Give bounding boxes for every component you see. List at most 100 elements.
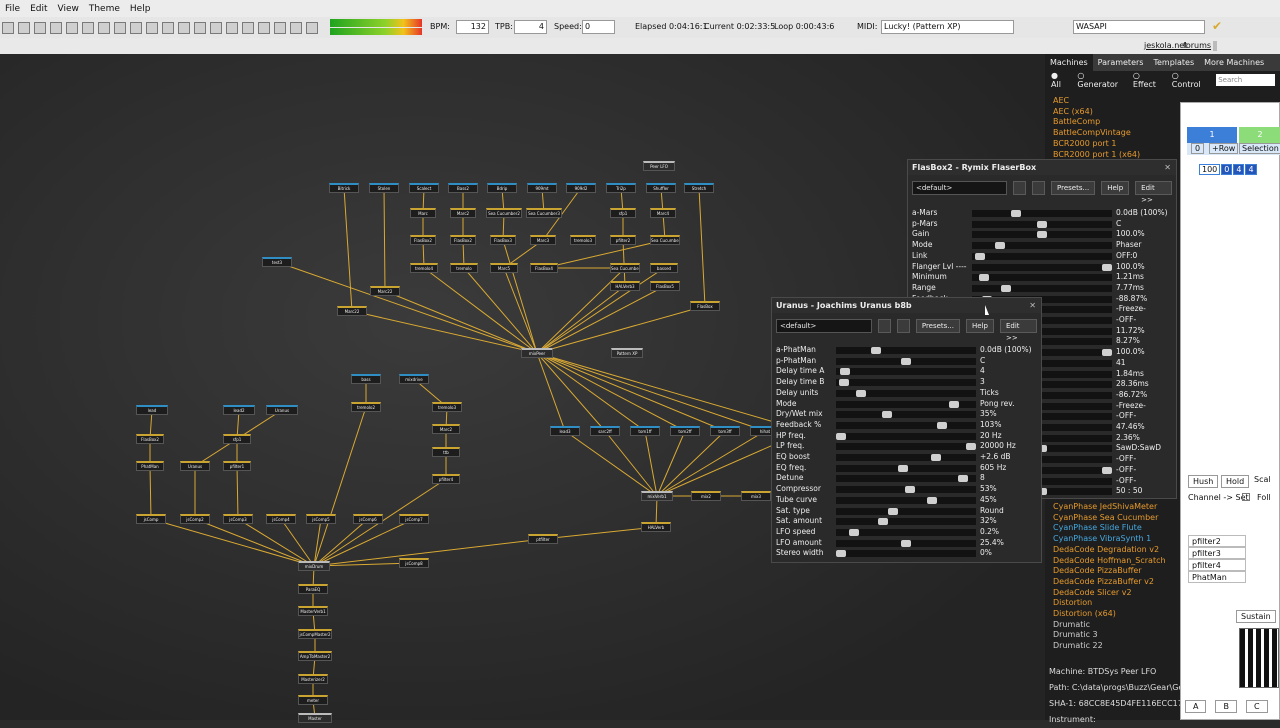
- machine-node[interactable]: FlasBox2: [410, 235, 436, 245]
- machine-node[interactable]: Sea Cucumber: [650, 235, 680, 245]
- machine-node[interactable]: FlasBox2: [450, 235, 476, 245]
- param-slider-thumb[interactable]: [855, 389, 866, 397]
- pattern-list-item[interactable]: pfilter3: [1188, 547, 1246, 559]
- panic-icon[interactable]: [306, 21, 318, 34]
- machine-node[interactable]: Sea Cucumber4: [610, 263, 640, 273]
- machine-list-item[interactable]: Drumatic 22: [1053, 641, 1181, 652]
- machine-list-item[interactable]: CyanPhase JedShivaMeter: [1053, 502, 1181, 513]
- param-slider[interactable]: [836, 421, 976, 429]
- machine-node[interactable]: Marc2: [450, 208, 476, 218]
- machine-node[interactable]: jsComp3: [223, 514, 253, 524]
- machine-list-item[interactable]: BattleCompVintage: [1053, 128, 1181, 139]
- machine-node[interactable]: FlasBox2: [136, 434, 164, 444]
- machine-node[interactable]: tremolo3: [432, 402, 462, 412]
- uranus-title-bar[interactable]: Uranus - Joachims Uranus b8b ✕: [772, 298, 1041, 313]
- param-slider[interactable]: [836, 411, 976, 419]
- param-slider[interactable]: [972, 242, 1112, 250]
- machine-node[interactable]: lead2: [223, 405, 255, 415]
- uranus-presets-button[interactable]: Presets...: [915, 319, 960, 333]
- paste-icon[interactable]: [82, 21, 94, 34]
- prev-preset-button[interactable]: [878, 319, 891, 333]
- machine-node[interactable]: Marc: [410, 208, 436, 218]
- machine-node[interactable]: Marc22: [337, 306, 367, 316]
- channel-set-checkbox[interactable]: [1242, 493, 1250, 501]
- forums-link[interactable]: forums: [1183, 41, 1211, 50]
- machine-node[interactable]: Marc3: [530, 235, 556, 245]
- pattern-list-item[interactable]: pfilter2: [1188, 535, 1246, 547]
- machine-node[interactable]: jsComp4: [266, 514, 296, 524]
- machine-node[interactable]: mix2: [691, 491, 721, 501]
- speed-field[interactable]: 0: [582, 20, 615, 34]
- key-button-b[interactable]: B: [1215, 700, 1237, 713]
- uranus-help-button[interactable]: Help: [966, 319, 994, 333]
- machine-node[interactable]: Marc5: [490, 263, 518, 273]
- param-slider-thumb[interactable]: [904, 486, 915, 494]
- machine-node[interactable]: bassed: [650, 263, 678, 273]
- param-slider-thumb[interactable]: [1102, 349, 1112, 357]
- undo-icon[interactable]: [98, 21, 110, 34]
- machine-node[interactable]: ttb: [432, 447, 460, 457]
- filter-all[interactable]: ● All: [1051, 71, 1069, 89]
- menu-edit[interactable]: Edit: [25, 4, 52, 14]
- pattern-tab-2[interactable]: 2: [1239, 127, 1280, 143]
- machine-node[interactable]: Uranus: [266, 405, 298, 415]
- param-slider[interactable]: [836, 432, 976, 440]
- machine-list-item[interactable]: CyanPhase VibraSynth 1: [1053, 534, 1181, 545]
- cpu-icon[interactable]: [290, 21, 302, 34]
- param-slider-thumb[interactable]: [937, 421, 948, 429]
- loop-icon[interactable]: [210, 21, 222, 34]
- param-slider-thumb[interactable]: [901, 539, 911, 547]
- machine-search-input[interactable]: Search: [1216, 73, 1276, 86]
- selection-button[interactable]: Selection: [1239, 143, 1280, 154]
- param-slider-thumb[interactable]: [930, 454, 941, 461]
- machine-list-item[interactable]: DedaCode Degradation v2: [1053, 545, 1181, 556]
- close-icon[interactable]: ✕: [1164, 160, 1171, 175]
- flasbox-preset-select[interactable]: <default>: [912, 181, 1008, 195]
- param-slider-thumb[interactable]: [881, 411, 892, 419]
- machine-list-item[interactable]: AEC: [1053, 96, 1181, 107]
- uranus-edit-button[interactable]: Edit >>: [999, 319, 1037, 342]
- machine-node[interactable]: Bitrick: [329, 183, 359, 193]
- machine-node[interactable]: tom3ff: [710, 426, 740, 436]
- machine-node[interactable]: Master: [298, 713, 332, 723]
- machine-list-item[interactable]: DedaCode Slicer v2: [1053, 588, 1181, 599]
- param-slider-thumb[interactable]: [1102, 263, 1112, 271]
- machine-node[interactable]: PhatMan: [136, 461, 164, 471]
- cut-icon[interactable]: [50, 21, 62, 34]
- record-icon[interactable]: [146, 21, 158, 34]
- machine-list-item[interactable]: CyanPhase Slide Flute: [1053, 523, 1181, 534]
- hush-button[interactable]: Hush: [1188, 475, 1219, 488]
- machine-node[interactable]: test3: [262, 257, 292, 267]
- flasbox-help-button[interactable]: Help: [1101, 181, 1130, 195]
- hold-button[interactable]: Hold: [1221, 475, 1250, 488]
- machine-node[interactable]: Uranus: [180, 461, 210, 471]
- param-slider-thumb[interactable]: [1011, 210, 1021, 217]
- open-file-icon[interactable]: [18, 21, 30, 34]
- machine-node[interactable]: jsComp7: [399, 514, 429, 524]
- machine-node[interactable]: lead3: [550, 426, 580, 436]
- param-slider[interactable]: [836, 518, 976, 526]
- copy-icon[interactable]: [66, 21, 78, 34]
- machine-node[interactable]: sfp1: [610, 208, 636, 218]
- machine-node[interactable]: ParaEQ: [298, 584, 328, 594]
- param-slider[interactable]: [972, 284, 1112, 292]
- param-slider-thumb[interactable]: [949, 400, 960, 408]
- param-slider-thumb[interactable]: [1037, 231, 1047, 239]
- tab-more-machines[interactable]: More Machines: [1199, 54, 1269, 71]
- tab-templates[interactable]: Templates: [1148, 54, 1199, 71]
- metronome-icon[interactable]: [226, 21, 238, 34]
- machine-node[interactable]: FlasBox5: [650, 281, 680, 291]
- pattern-tab-1[interactable]: 1: [1187, 127, 1237, 143]
- machine-node[interactable]: jsComp6: [353, 514, 383, 524]
- param-slider-thumb[interactable]: [838, 379, 849, 387]
- machine-node[interactable]: lead: [136, 405, 168, 415]
- machine-node[interactable]: tremolo3: [570, 235, 596, 245]
- uranus-preset-select[interactable]: <default>: [776, 319, 872, 333]
- machine-node[interactable]: Bdrip: [487, 183, 517, 193]
- new-file-icon[interactable]: [2, 21, 14, 34]
- machine-node[interactable]: 909mt: [527, 183, 557, 193]
- splitter-handle[interactable]: [1213, 41, 1217, 51]
- machine-node[interactable]: sfp1: [223, 434, 251, 444]
- filter-generator[interactable]: ○ Generator: [1077, 71, 1125, 89]
- machine-node[interactable]: FlasBox: [690, 301, 720, 311]
